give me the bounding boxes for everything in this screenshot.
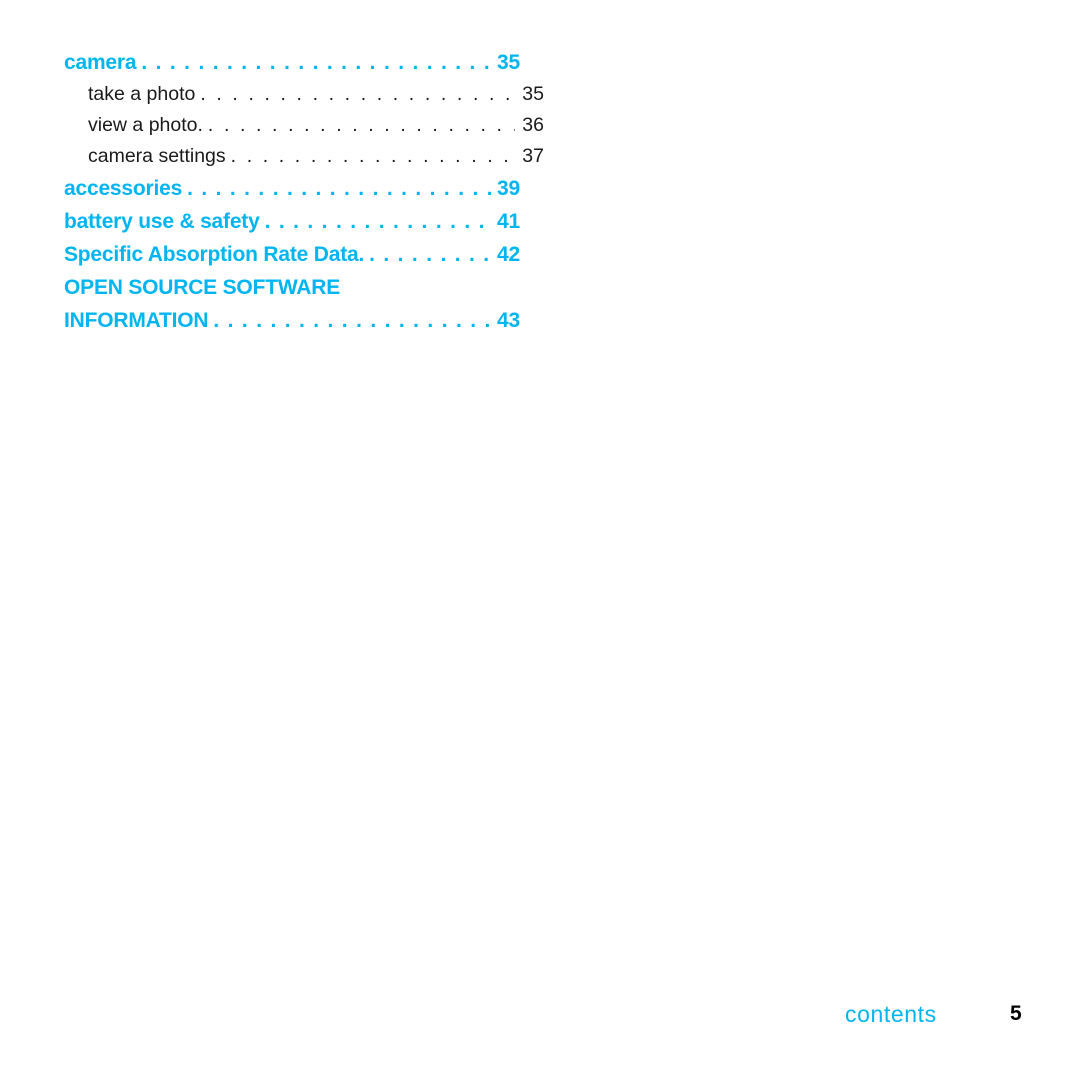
page-footer: contents 5 [0,998,1080,1038]
toc-entry-main[interactable]: Specific Absorption Rate Data. 42 [64,238,520,271]
footer-section-label: contents [845,1001,937,1027]
toc-entry-label: take a photo [88,83,196,105]
document-page: camera 35 take a photo 35 view a photo. 36 cam… [0,0,1080,1080]
toc-entry-page-number: 35 [497,51,520,74]
toc-dot-leader [369,238,491,271]
toc-entry-label: Specific Absorption Rate Data. [64,243,365,266]
toc-entry-label: view a photo. [88,114,203,136]
toc-entry-page-number: 42 [497,243,520,266]
toc-entry-page-number: 37 [522,145,544,167]
table-of-contents: camera 35 take a photo 35 view a photo. 36 cam… [64,46,544,337]
toc-dot-leader [208,110,515,141]
toc-dot-leader [231,141,515,172]
toc-entry-page-number: 39 [497,177,520,200]
toc-entry-main[interactable]: battery use & safety 41 [64,205,520,238]
toc-dot-leader [213,304,491,337]
toc-entry-label: camera settings [88,145,226,167]
footer-page-number: 5 [1010,1002,1022,1025]
toc-entry-sub[interactable]: take a photo 35 [64,79,544,110]
toc-entry-page-number: 43 [497,309,520,332]
toc-entry-label: INFORMATION [64,309,209,332]
toc-entry-sub[interactable]: view a photo. 36 [64,110,544,141]
toc-entry-label: battery use & safety [64,210,260,233]
toc-entry-main[interactable]: accessories 39 [64,172,520,205]
toc-entry-main[interactable]: INFORMATION 43 [64,304,520,337]
toc-entry-main[interactable]: OPEN SOURCE SOFTWARE [64,271,520,304]
toc-entry-label: accessories [64,177,183,200]
toc-entry-page-number: 41 [497,210,520,233]
toc-entry-main[interactable]: camera 35 [64,46,520,79]
toc-entry-page-number: 36 [522,114,544,136]
toc-entry-page-number: 35 [522,83,544,105]
toc-entry-label: OPEN SOURCE SOFTWARE [64,276,341,299]
toc-entry-sub[interactable]: camera settings 37 [64,141,544,172]
toc-entry-label: camera [64,51,137,74]
toc-dot-leader [141,46,491,79]
toc-dot-leader [187,172,491,205]
toc-dot-leader [200,79,515,110]
toc-dot-leader [265,205,491,238]
